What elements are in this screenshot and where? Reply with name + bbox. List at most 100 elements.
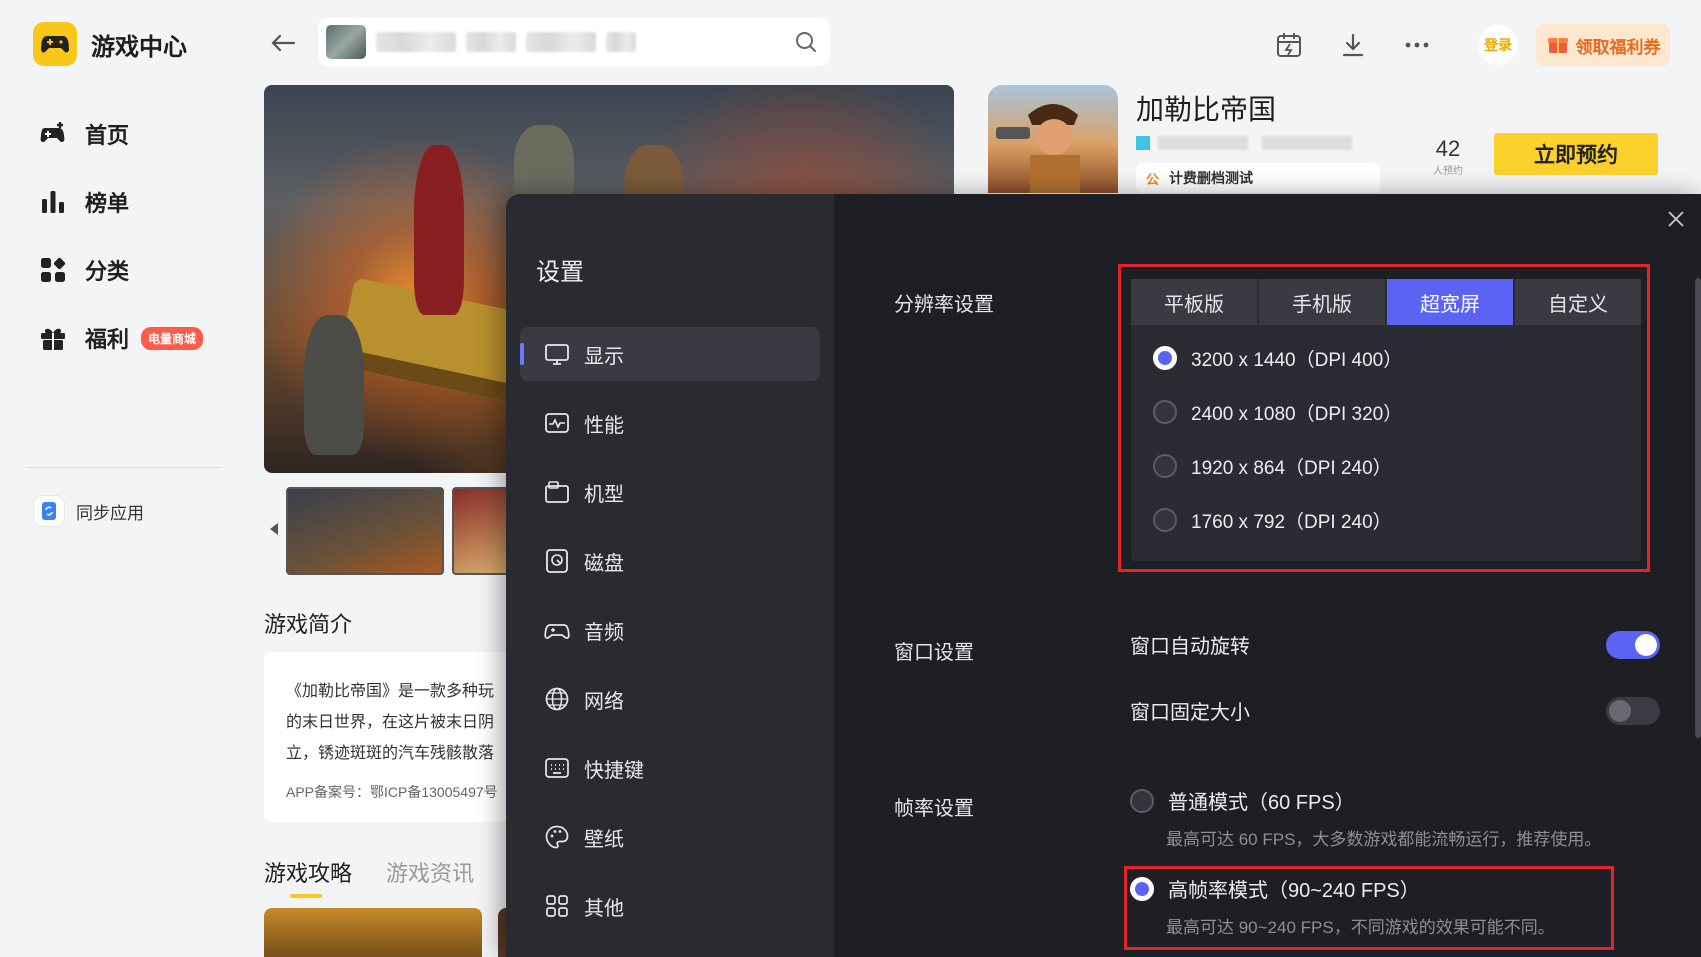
reservation-count: 42 人预约 <box>1430 136 1466 177</box>
claim-coupon-button[interactable]: 领取福利券 <box>1536 24 1670 66</box>
fps-section-label: 帧率设置 <box>894 798 974 820</box>
radio-unselected[interactable] <box>1153 508 1177 532</box>
tab-tablet[interactable]: 平板版 <box>1131 279 1257 325</box>
banner-thumbnail-strip <box>264 485 512 577</box>
reservation-number: 42 <box>1435 136 1461 161</box>
game-title: 加勒比帝国 <box>1136 94 1277 125</box>
settings-menu-disk[interactable]: 磁盘 <box>520 534 820 588</box>
fps-option-high[interactable]: 高帧率模式（90~240 FPS） 最高可达 90~240 FPS，不同游戏的效… <box>1130 874 1555 938</box>
sidebar-item-ranking[interactable]: 榜单 <box>38 168 203 236</box>
settings-menu-label: 显示 <box>584 345 624 368</box>
keyboard-icon <box>545 758 569 778</box>
back-button[interactable] <box>266 28 300 58</box>
tab-ultrawide[interactable]: 超宽屏 <box>1387 279 1513 325</box>
fps-normal-description: 最高可达 60 FPS，大多数游戏都能流畅运行，推荐使用。 <box>1166 830 1602 849</box>
tab-game-guides[interactable]: 游戏攻略 <box>264 856 352 898</box>
resolution-option[interactable]: 1920 x 864（DPI 240） <box>1153 439 1641 493</box>
blurred-text <box>466 32 516 52</box>
settings-menu-performance[interactable]: 性能 <box>520 396 820 450</box>
radio-selected[interactable] <box>1153 346 1177 370</box>
device-model-icon <box>545 481 569 503</box>
radio-unselected[interactable] <box>1153 400 1177 424</box>
fps-high-description: 最高可达 90~240 FPS，不同游戏的效果可能不同。 <box>1166 918 1555 937</box>
search-game-thumbnail <box>326 25 366 59</box>
game-content-tabs: 游戏攻略 游戏资讯 <box>264 856 508 898</box>
settings-menu-display[interactable]: 显示 <box>520 327 820 381</box>
fixed-size-label: 窗口固定大小 <box>1130 702 1250 724</box>
search-input[interactable] <box>318 18 830 66</box>
auto-rotate-row: 窗口自动旋转 <box>1130 630 1660 659</box>
game-intro-card: 《加勒比帝国》是一款多种玩 的末日世界，在这片被末日阴 立，锈迹斑斑的汽车残骸散… <box>264 652 524 822</box>
settings-dialog: 设置 显示 性能 机型 磁盘 音频 网络 快捷键 壁纸 其他 分辨率设置 平板版… <box>506 194 1701 957</box>
tab-custom[interactable]: 自定义 <box>1515 279 1641 325</box>
login-button[interactable]: 登录 <box>1478 25 1518 65</box>
radio-selected[interactable] <box>1130 876 1154 901</box>
banner-thumbnail[interactable] <box>452 487 512 575</box>
intro-line: 的末日世界，在这片被末日阴 <box>286 714 495 731</box>
settings-scrollbar[interactable] <box>1695 278 1701 738</box>
blurred-text <box>606 32 636 52</box>
auto-rotate-toggle[interactable] <box>1606 630 1660 659</box>
radio-unselected[interactable] <box>1130 788 1154 813</box>
intro-line: 《加勒比帝国》是一款多种玩 <box>286 683 495 700</box>
power-store-badge: 电量商城 <box>141 326 204 350</box>
settings-menu-network[interactable]: 网络 <box>520 672 820 726</box>
app-logo[interactable]: 游戏中心 <box>33 22 187 66</box>
test-status-label: 计费删档测试 <box>1169 170 1254 186</box>
tab-phone[interactable]: 手机版 <box>1259 279 1385 325</box>
resolution-option-label: 2400 x 1080（DPI 320） <box>1191 403 1403 425</box>
resolution-option[interactable]: 1760 x 792（DPI 240） <box>1153 493 1641 547</box>
grid-icon <box>546 895 568 917</box>
palette-icon <box>545 825 569 849</box>
resolution-mode-tabs: 平板版 手机版 超宽屏 自定义 <box>1131 279 1641 325</box>
search-icon[interactable] <box>794 30 818 59</box>
settings-menu-shortcuts[interactable]: 快捷键 <box>520 741 820 795</box>
sync-apps-label: 同步应用 <box>76 503 144 523</box>
resolution-option-label: 3200 x 1440（DPI 400） <box>1191 349 1403 371</box>
calendar-button[interactable] <box>1270 26 1308 64</box>
sidebar-item-welfare[interactable]: 福利 电量商城 <box>38 304 204 372</box>
banner-thumbnail[interactable] <box>286 487 444 575</box>
settings-menu-label: 壁纸 <box>584 828 624 851</box>
resolution-option[interactable]: 3200 x 1440（DPI 400） <box>1153 331 1641 385</box>
chevron-left-icon[interactable] <box>270 523 278 535</box>
gamepad-logo-icon <box>33 22 77 66</box>
reserve-now-button[interactable]: 立即预约 <box>1494 133 1658 175</box>
test-status-tag: 公 计费删档测试 <box>1136 163 1380 193</box>
radio-unselected[interactable] <box>1153 454 1177 478</box>
tab-game-news[interactable]: 游戏资讯 <box>386 856 474 888</box>
sync-icon <box>34 496 64 526</box>
category-icon <box>41 257 66 282</box>
settings-menu-wallpaper[interactable]: 壁纸 <box>520 810 820 864</box>
sync-apps-button[interactable]: 同步应用 <box>34 496 144 526</box>
monitor-icon <box>545 344 569 365</box>
app-title: 游戏中心 <box>91 33 187 61</box>
calendar-icon <box>1277 33 1301 57</box>
download-button[interactable] <box>1334 26 1372 64</box>
gift-icon <box>41 328 65 350</box>
settings-sidebar: 设置 显示 性能 机型 磁盘 音频 网络 快捷键 壁纸 其他 <box>506 194 834 957</box>
auto-rotate-label: 窗口自动旋转 <box>1130 636 1250 658</box>
guide-thumbnail[interactable] <box>264 908 482 957</box>
settings-menu-label: 快捷键 <box>584 759 644 782</box>
resolution-panel: 平板版 手机版 超宽屏 自定义 3200 x 1440（DPI 400） 240… <box>1131 279 1641 561</box>
settings-menu-label: 磁盘 <box>584 552 624 575</box>
settings-menu-label: 音频 <box>584 621 624 644</box>
resolution-option[interactable]: 2400 x 1080（DPI 320） <box>1153 385 1641 439</box>
close-button[interactable] <box>1661 204 1691 234</box>
window-section-label: 窗口设置 <box>894 642 974 664</box>
settings-menu-other[interactable]: 其他 <box>520 879 820 933</box>
more-button[interactable] <box>1398 26 1436 64</box>
blurred-text <box>526 32 596 52</box>
sidebar-nav: 首页 榜单 分类 福利 电量商城 <box>38 100 204 372</box>
blurred-text <box>376 32 456 52</box>
settings-menu-audio[interactable]: 音频 <box>520 603 820 657</box>
fps-high-label: 高帧率模式（90~240 FPS） <box>1168 880 1420 902</box>
globe-icon <box>545 687 569 711</box>
settings-menu-device-model[interactable]: 机型 <box>520 465 820 519</box>
sidebar-item-category[interactable]: 分类 <box>38 236 203 304</box>
settings-menu-label: 性能 <box>584 414 624 437</box>
fps-option-normal[interactable]: 普通模式（60 FPS） 最高可达 60 FPS，大多数游戏都能流畅运行，推荐使… <box>1130 786 1601 850</box>
fixed-size-toggle[interactable] <box>1606 696 1660 725</box>
sidebar-item-home[interactable]: 首页 <box>38 100 203 168</box>
